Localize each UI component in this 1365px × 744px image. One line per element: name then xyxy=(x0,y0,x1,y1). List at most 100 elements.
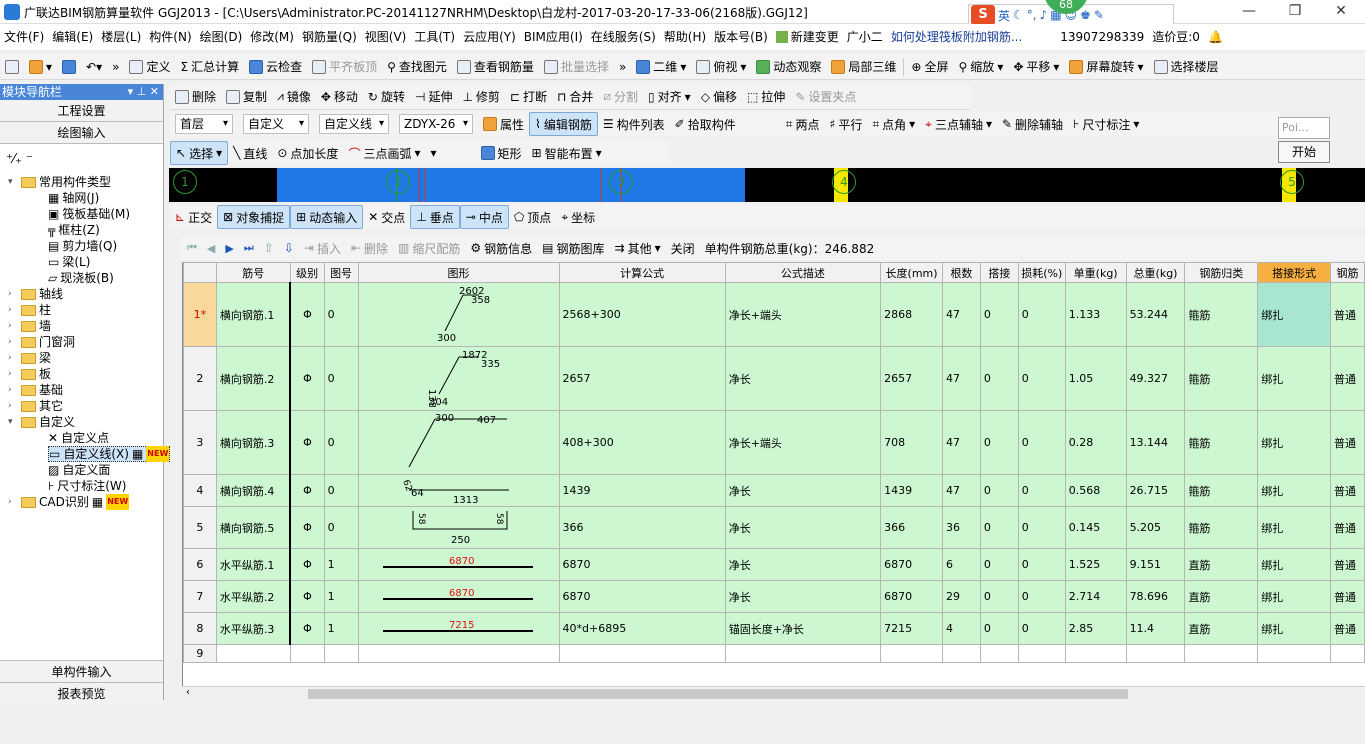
cell-loss[interactable] xyxy=(1017,644,1066,663)
cell-len[interactable]: 1439 xyxy=(880,474,943,507)
cell-total[interactable]: 53.244 xyxy=(1125,282,1186,347)
cell-desc[interactable]: 锚固长度+净长 xyxy=(724,612,882,645)
cell-formula[interactable]: 366 xyxy=(558,506,726,549)
cell-total[interactable]: 13.144 xyxy=(1125,410,1186,475)
cell-total[interactable]: 26.715 xyxy=(1125,474,1186,507)
cell-extra[interactable]: 普通 xyxy=(1329,580,1365,613)
cell-desc[interactable]: 净长+端头 xyxy=(724,410,882,475)
intersection-snap[interactable]: ✕ 交点 xyxy=(363,205,410,229)
col-header[interactable]: 计算公式 xyxy=(558,262,726,283)
mic-icon[interactable]: ♪ xyxy=(1040,8,1048,22)
cell-count[interactable]: 4 xyxy=(942,612,981,645)
col-header[interactable]: 搭接形式 xyxy=(1257,262,1331,283)
menu-view[interactable]: 视图(V) xyxy=(361,24,411,50)
cell-desc[interactable]: 净长 xyxy=(724,346,882,411)
batch-select-button[interactable]: 批量选择 xyxy=(539,54,614,79)
stretch-button[interactable]: ⬚ 拉伸 xyxy=(742,84,790,109)
delete-axis-button[interactable]: ✎ 删除辅轴 xyxy=(997,112,1068,136)
table-row[interactable]: 7 水平纵筋.2 Φ 1 6870 6870 净长 6870 29 0 0 2.714 78.696 直筋… xyxy=(183,580,1365,613)
col-header[interactable]: 根数 xyxy=(942,262,981,283)
cell-loss[interactable]: 0 xyxy=(1017,282,1066,347)
cell-extra[interactable]: 普通 xyxy=(1329,346,1365,411)
cell-extra[interactable]: 普通 xyxy=(1329,548,1365,581)
col-header[interactable]: 搭接 xyxy=(979,262,1019,283)
cell-grade[interactable]: Φ xyxy=(289,410,325,475)
cell-unit[interactable]: 2.714 xyxy=(1064,580,1127,613)
fullscreen-button[interactable]: ⊕ 全屏 xyxy=(906,54,953,79)
shape-cell[interactable]: 2602 358 300 xyxy=(357,282,560,347)
start-button[interactable]: 开始 xyxy=(1278,141,1330,163)
set-grip-button[interactable]: ✎ 设置夹点 xyxy=(790,84,861,109)
cell-lap[interactable]: 0 xyxy=(979,506,1019,549)
cell-len[interactable]: 2657 xyxy=(880,346,943,411)
copy-button[interactable]: 复制 xyxy=(221,84,272,109)
cell-loss[interactable]: 0 xyxy=(1017,410,1066,475)
cell-extra[interactable] xyxy=(1329,644,1365,663)
find-element-button[interactable]: ⚲ 查找图元 xyxy=(382,54,452,79)
tree-group-wall[interactable]: › 墙 xyxy=(8,318,51,334)
cell-lapform[interactable]: 绑扎 xyxy=(1257,410,1331,475)
table-row[interactable]: 4 横向钢筋.4 Φ 0 62 64 1313 1439 净长 1439 47 0 0 0.568 26.7… xyxy=(183,474,1365,507)
type-select[interactable]: 自定义线 xyxy=(314,112,394,136)
rotate-button[interactable]: ↻ 旋转 xyxy=(363,84,410,109)
row-number[interactable]: 9 xyxy=(183,644,217,663)
cell-lap[interactable]: 0 xyxy=(979,282,1019,347)
cell-lap[interactable]: 0 xyxy=(979,410,1019,475)
edit-rebar-button[interactable]: ⌇ 编辑钢筋 xyxy=(529,112,598,136)
more-icon-2[interactable]: » xyxy=(614,54,631,79)
tree-group-openings[interactable]: › 门窗洞 xyxy=(8,334,75,350)
cell-lapform[interactable]: 绑扎 xyxy=(1257,506,1331,549)
cell-cls[interactable]: 箍筋 xyxy=(1184,282,1259,347)
cell-total[interactable]: 11.4 xyxy=(1125,612,1186,645)
cell-formula[interactable]: 6870 xyxy=(558,548,726,581)
table-row[interactable]: 2 横向钢筋.2 Φ 0 1872 335 138 304 2657 净长 2657 47 0 0 1.05… xyxy=(183,346,1365,411)
point-angle-dropdown[interactable]: ⌗ 点角 ▾ xyxy=(867,112,920,136)
save-icon[interactable] xyxy=(57,54,81,79)
cell-lap[interactable]: 0 xyxy=(979,548,1019,581)
insert-row-button[interactable]: ⇥ 插入 xyxy=(299,236,346,260)
trim-button[interactable]: ⊥ 修剪 xyxy=(457,84,504,109)
tree-group-other[interactable]: › 其它 xyxy=(8,398,63,414)
tree-group-column[interactable]: › 柱 xyxy=(8,302,51,318)
col-header[interactable]: 单重(kg) xyxy=(1064,262,1127,283)
cell-extra[interactable]: 普通 xyxy=(1329,474,1365,507)
row-number[interactable]: 7 xyxy=(183,580,217,613)
tree-root[interactable]: ▾ 常用构件类型 xyxy=(8,174,111,190)
cell-unit[interactable]: 1.525 xyxy=(1064,548,1127,581)
tree-group-custom[interactable]: ▾ 自定义 xyxy=(8,414,75,430)
cell-name[interactable]: 横向钢筋.1 xyxy=(215,282,292,347)
last-record-icon[interactable]: ⏭ xyxy=(239,236,259,260)
cell-grade[interactable] xyxy=(289,644,325,663)
cell-formula[interactable]: 408+300 xyxy=(558,410,726,475)
tree-item-dimension[interactable]: ⊦ 尺寸标注(W) xyxy=(48,478,126,494)
restore-button[interactable]: ❐ xyxy=(1272,0,1318,24)
cell-unit[interactable]: 1.05 xyxy=(1064,346,1127,411)
tree-item-column[interactable]: ╦ 框柱(Z) xyxy=(48,222,100,238)
shape-cell[interactable]: 300 407 xyxy=(357,410,560,475)
view-rebar-button[interactable]: 查看钢筋量 xyxy=(452,54,539,79)
category-select[interactable]: 自定义 xyxy=(238,112,314,136)
move-up-icon[interactable]: ⇧ xyxy=(259,236,279,260)
table-row[interactable]: 6 水平纵筋.1 Φ 1 6870 6870 净长 6870 6 0 0 1.525 9.151 直筋 绑扎… xyxy=(183,548,1365,581)
cell-grade[interactable]: Φ xyxy=(289,346,325,411)
cell-desc[interactable]: 净长 xyxy=(724,580,882,613)
tree-group-beam[interactable]: › 梁 xyxy=(8,350,51,366)
cell-loss[interactable]: 0 xyxy=(1017,612,1066,645)
axis-bubble[interactable]: 5 xyxy=(1280,170,1304,194)
undo-icon[interactable]: ↶▾ xyxy=(81,54,107,79)
tree-group-slab[interactable]: › 板 xyxy=(8,366,51,382)
shape-cell[interactable]: 6870 xyxy=(357,580,560,613)
cell-name[interactable]: 横向钢筋.2 xyxy=(215,346,292,411)
table-row[interactable]: 1* 横向钢筋.1 Φ 0 2602 358 300 2568+300 净长+端头 2868 47 0… xyxy=(183,282,1365,347)
tree-group-axis[interactable]: › 轴线 xyxy=(8,286,63,302)
cell-unit[interactable]: 0.145 xyxy=(1064,506,1127,549)
dynamic-view-button[interactable]: 动态观察 xyxy=(751,54,826,79)
cell-count[interactable]: 47 xyxy=(942,282,981,347)
tree-group-cad[interactable]: › CAD识别 ▦ NEW xyxy=(8,494,130,510)
cell-count[interactable]: 6 xyxy=(942,548,981,581)
row-number[interactable]: 8 xyxy=(183,612,217,645)
skin-icon[interactable]: ♚ xyxy=(1080,8,1091,22)
screen-rotate-dropdown[interactable]: 屏幕旋转 ▾ xyxy=(1064,54,1148,79)
cell-len[interactable]: 6870 xyxy=(880,548,943,581)
object-snap-toggle[interactable]: ⊠ 对象捕捉 xyxy=(217,205,291,229)
